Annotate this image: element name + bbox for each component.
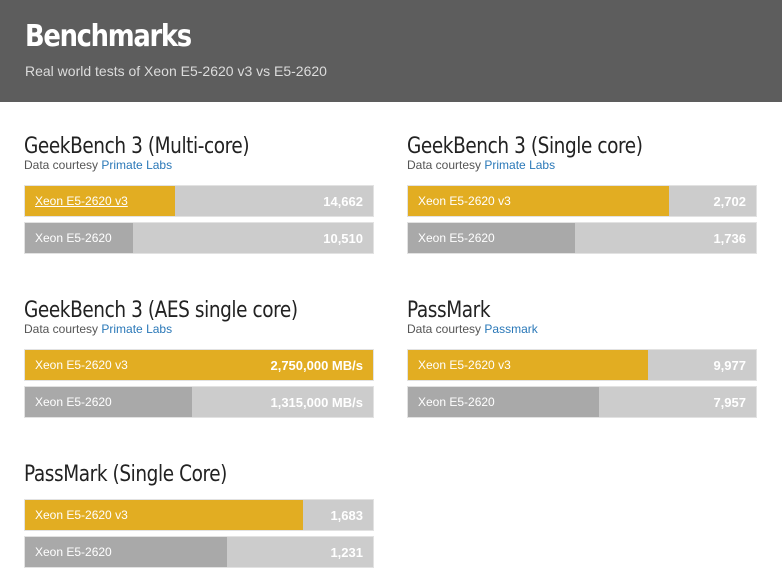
score-value: 10,510 (323, 231, 363, 246)
cpu-name: Xeon E5-2620 (418, 395, 495, 409)
benchmark-panel-passmark: PassMark Data courtesy Passmark Xeon E5-… (407, 298, 757, 418)
cpu-name: Xeon E5-2620 v3 (418, 358, 511, 372)
score-value: 1,683 (330, 508, 363, 523)
panel-title: GeekBench 3 (Single core) (407, 134, 643, 159)
benchmark-panel-geekbench-single: GeekBench 3 (Single core) Data courtesy … (407, 134, 757, 254)
score-value: 14,662 (323, 194, 363, 209)
cpu-name-link[interactable]: Xeon E5-2620 v3 (35, 194, 128, 208)
benchmark-bar-v3: Xeon E5-2620 v3 9,977 (407, 349, 757, 381)
benchmark-bar-e5-2620: Xeon E5-2620 1,231 (24, 536, 374, 568)
score-value: 1,736 (713, 231, 746, 246)
page-title: Benchmarks (25, 19, 192, 54)
data-credit: Data courtesy Passmark (407, 322, 538, 336)
benchmark-bar-v3: Xeon E5-2620 v3 1,683 (24, 499, 374, 531)
data-credit: Data courtesy Primate Labs (24, 322, 173, 336)
cpu-name: Xeon E5-2620 (35, 395, 112, 409)
benchmark-bar-v3: Xeon E5-2620 v3 2,750,000 MB/s (24, 349, 374, 381)
cpu-name: Xeon E5-2620 (35, 545, 112, 559)
cpu-name: Xeon E5-2620 v3 (35, 358, 128, 372)
primate-labs-link[interactable]: Primate Labs (101, 158, 172, 172)
data-credit: Data courtesy Primate Labs (407, 158, 556, 172)
benchmark-panel-geekbench-multi: GeekBench 3 (Multi-core) Data courtesy P… (24, 134, 374, 254)
benchmark-bar-e5-2620: Xeon E5-2620 1,315,000 MB/s (24, 386, 374, 418)
data-credit: Data courtesy Primate Labs (24, 158, 173, 172)
passmark-link[interactable]: Passmark (484, 322, 537, 336)
score-value: 2,702 (713, 194, 746, 209)
score-value: 7,957 (713, 395, 746, 410)
benchmark-bar-v3: Xeon E5-2620 v3 14,662 (24, 185, 374, 217)
benchmark-bar-v3: Xeon E5-2620 v3 2,702 (407, 185, 757, 217)
cpu-name: Xeon E5-2620 (35, 231, 112, 245)
benchmark-panel-passmark-single: PassMark (Single Core) Xeon E5-2620 v3 1… (24, 462, 374, 570)
score-value: 9,977 (713, 358, 746, 373)
score-value: 1,231 (330, 545, 363, 560)
panel-title: GeekBench 3 (AES single core) (24, 298, 298, 323)
cpu-name: Xeon E5-2620 (418, 231, 495, 245)
benchmark-panel-geekbench-aes: GeekBench 3 (AES single core) Data court… (24, 298, 374, 418)
panel-title: PassMark (407, 298, 491, 323)
benchmark-bar-e5-2620: Xeon E5-2620 10,510 (24, 222, 374, 254)
benchmark-bar-e5-2620: Xeon E5-2620 1,736 (407, 222, 757, 254)
page-header: Benchmarks Real world tests of Xeon E5-2… (0, 0, 782, 102)
panel-title: GeekBench 3 (Multi-core) (24, 134, 250, 159)
benchmark-bar-e5-2620: Xeon E5-2620 7,957 (407, 386, 757, 418)
score-value: 2,750,000 MB/s (270, 358, 363, 373)
primate-labs-link[interactable]: Primate Labs (484, 158, 555, 172)
cpu-name: Xeon E5-2620 v3 (418, 194, 511, 208)
primate-labs-link[interactable]: Primate Labs (101, 322, 172, 336)
page-subtitle: Real world tests of Xeon E5-2620 v3 vs E… (25, 63, 327, 79)
panel-title: PassMark (Single Core) (24, 462, 227, 487)
cpu-name: Xeon E5-2620 v3 (35, 508, 128, 522)
score-value: 1,315,000 MB/s (270, 395, 363, 410)
